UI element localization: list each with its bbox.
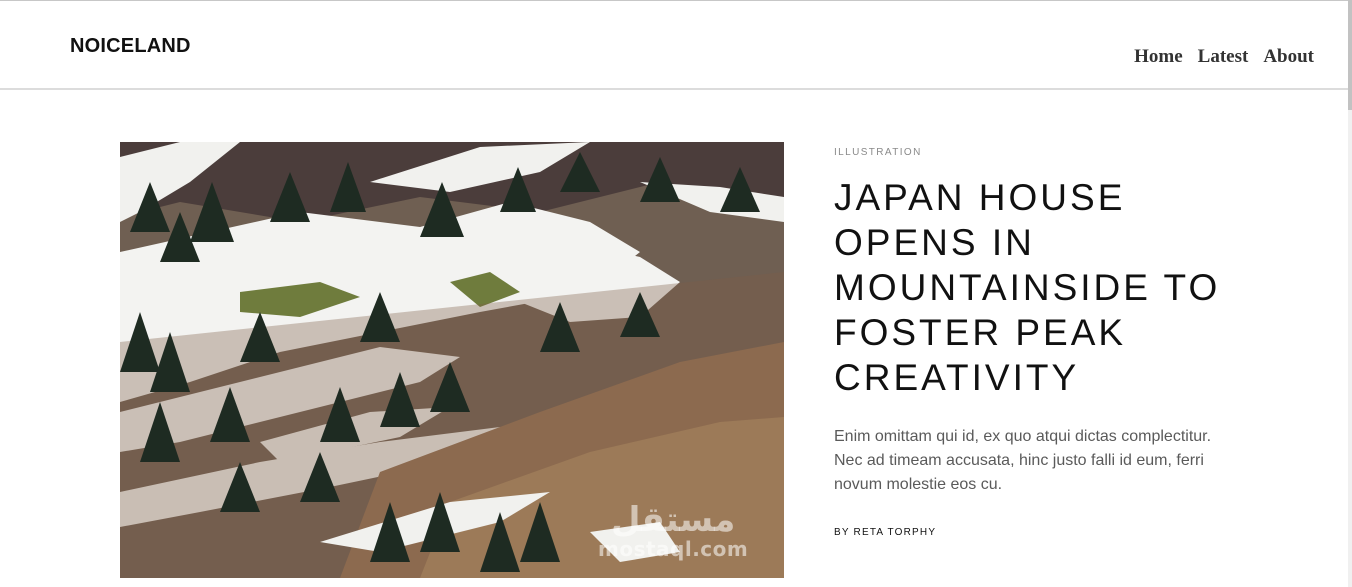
main-nav: Home Latest About	[1134, 46, 1314, 68]
watermark-latin: mostaql.com	[598, 537, 749, 561]
article-category[interactable]: ILLUSTRATION	[834, 147, 922, 159]
nav-latest-link[interactable]: Latest	[1198, 46, 1249, 68]
watermark: مستقل mostaql.com	[598, 502, 748, 560]
site-logo[interactable]: NOICELAND	[70, 35, 191, 57]
article-title[interactable]: JAPAN HOUSE OPENS IN MOUNTAINSIDE TO FOS…	[834, 175, 1254, 400]
article-byline[interactable]: BY RETA TORPHY	[834, 527, 936, 539]
nav-home-link[interactable]: Home	[1134, 46, 1183, 68]
article-excerpt: Enim omittam qui id, ex quo atqui dictas…	[834, 428, 1212, 493]
scrollbar[interactable]	[1348, 0, 1352, 587]
scrollbar-thumb[interactable]	[1348, 0, 1352, 110]
site-header: NOICELAND Home Latest About	[0, 1, 1348, 88]
watermark-arabic: مستقل	[610, 500, 736, 540]
nav-about-link[interactable]: About	[1263, 46, 1314, 68]
hero-image[interactable]: مستقل mostaql.com	[120, 142, 784, 578]
page: NOICELAND Home Latest About مستقل mostaq…	[0, 0, 1352, 587]
header-divider	[0, 88, 1348, 90]
